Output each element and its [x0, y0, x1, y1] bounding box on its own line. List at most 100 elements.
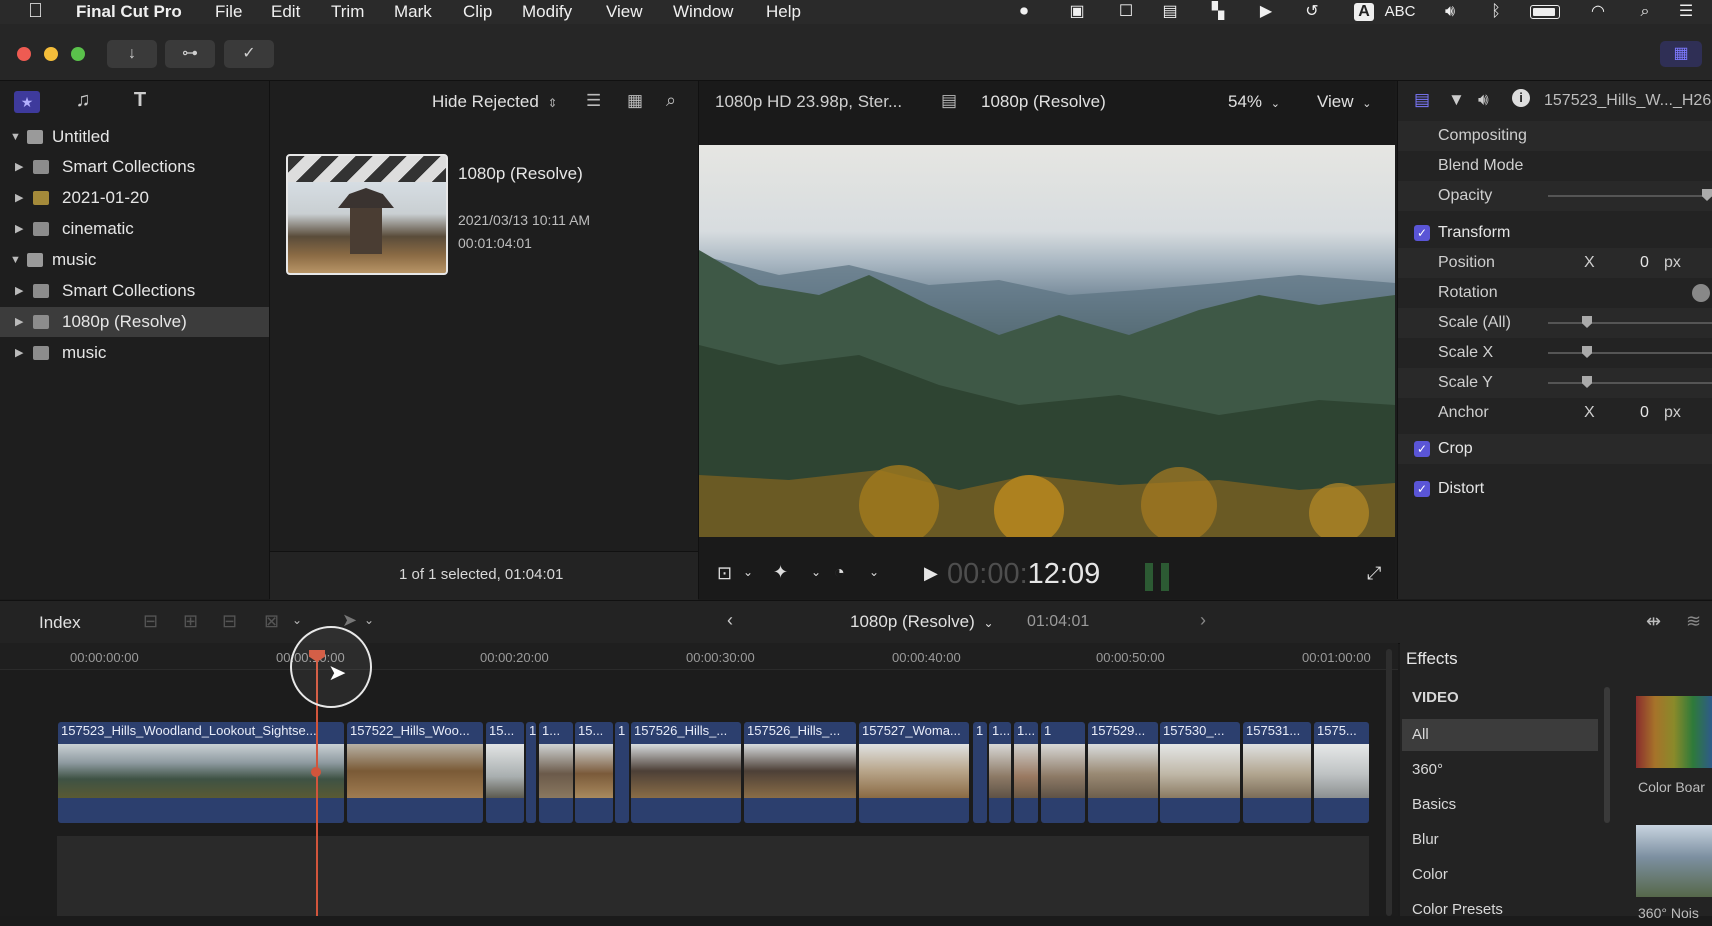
disclosure-closed-icon[interactable]: ▶	[15, 307, 23, 337]
info-inspector-tab-icon[interactable]: i	[1512, 89, 1530, 107]
hide-rejected-filter[interactable]: Hide Rejected ⇕	[432, 92, 558, 112]
menu-file[interactable]: File	[215, 2, 242, 22]
libraries-tab-icon[interactable]: ★	[14, 91, 40, 113]
crop-checkbox[interactable]: ✓	[1414, 441, 1430, 457]
timeline-ruler[interactable]: 00:00:00:00 00:00:10:00 00:00:20:00 00:0…	[0, 643, 1398, 670]
smart-collections-row[interactable]: ▶ Smart Collections	[0, 276, 269, 306]
timeline-clip[interactable]: 157526_Hills_...	[744, 722, 856, 823]
play-circle-icon[interactable]: ▶	[1256, 3, 1276, 21]
rotation-dial-icon[interactable]	[1692, 284, 1710, 302]
smart-collections-row[interactable]: ▶ Smart Collections	[0, 152, 269, 182]
insert-clip-icon[interactable]: ⊞	[183, 611, 198, 632]
blend-mode-row[interactable]: Blend Mode	[1398, 151, 1712, 181]
scale-y-slider[interactable]	[1548, 382, 1712, 384]
volume-icon[interactable]: 🔊︎	[1438, 3, 1462, 21]
disclosure-closed-icon[interactable]: ▶	[15, 338, 23, 368]
apple-menu-icon[interactable]: 	[28, 0, 43, 23]
anchor-x-field[interactable]: 0	[1640, 398, 1649, 428]
clip-thumbnail[interactable]	[286, 154, 448, 275]
index-button[interactable]: Index	[39, 613, 81, 633]
transform-tool-icon[interactable]: ⊡	[717, 563, 732, 584]
workspace-grid-icon[interactable]: ▦	[1660, 41, 1702, 67]
menu-edit[interactable]: Edit	[271, 2, 300, 22]
video-inspector-tab-icon[interactable]: ▤	[1414, 90, 1430, 110]
close-window-button[interactable]	[17, 47, 31, 61]
background-tasks-button[interactable]: ✓	[224, 40, 274, 68]
compositing-header[interactable]: Compositing	[1398, 121, 1712, 151]
audio-inspector-tab-icon[interactable]: 🔊︎	[1478, 90, 1489, 110]
import-button[interactable]: ↓	[107, 40, 157, 68]
timeline-clip[interactable]: 15...	[575, 722, 613, 823]
disclosure-closed-icon[interactable]: ▶	[15, 152, 23, 182]
photos-audio-tab-icon[interactable]: ♫	[70, 89, 96, 113]
effects-category-blur[interactable]: Blur	[1402, 824, 1598, 856]
effects-category-color[interactable]: Color	[1402, 859, 1598, 891]
menu-view[interactable]: View	[606, 2, 643, 22]
back-arrow-icon[interactable]: ‹	[727, 610, 733, 631]
scale-x-slider-knob[interactable]	[1582, 346, 1592, 358]
transform-checkbox[interactable]: ✓	[1414, 225, 1430, 241]
chevron-down-icon[interactable]: ⌄	[743, 565, 753, 579]
display-icon[interactable]: ▣	[1066, 3, 1088, 21]
forward-arrow-icon[interactable]: ›	[1200, 610, 1206, 631]
library-music[interactable]: ▼ music	[0, 245, 269, 275]
chevron-down-icon[interactable]: ⌄	[811, 565, 821, 579]
timeline-clip[interactable]: 1...	[1014, 722, 1038, 823]
timeline-clip[interactable]: 1	[615, 722, 629, 823]
view-menu[interactable]: View ⌄	[1317, 92, 1372, 112]
spotlight-icon[interactable]: ⌕	[1636, 3, 1654, 21]
timecode-display[interactable]: 00:00:12:09	[947, 558, 1100, 591]
scale-x-slider[interactable]	[1548, 352, 1712, 354]
disclosure-closed-icon[interactable]: ▶	[15, 276, 23, 306]
distort-checkbox[interactable]: ✓	[1414, 481, 1430, 497]
overwrite-clip-icon[interactable]: ⊠	[264, 611, 279, 632]
input-source-icon[interactable]: A	[1354, 3, 1374, 21]
titles-generators-tab-icon[interactable]: T	[127, 89, 153, 113]
timeline-clip[interactable]: 157523_Hills_Woodland_Lookout_Sightse...	[58, 722, 344, 823]
menu-window[interactable]: Window	[673, 2, 733, 22]
effects-category-360[interactable]: 360°	[1402, 754, 1598, 786]
timeline-clip[interactable]: 1	[1041, 722, 1085, 823]
effects-category-color-presets[interactable]: Color Presets	[1402, 894, 1598, 926]
timeline-clip[interactable]: 157527_Woma...	[859, 722, 969, 823]
search-icon[interactable]: ⌕	[666, 90, 676, 111]
clip-appearance-icon[interactable]: ⇹	[1646, 611, 1661, 632]
timeline-clip[interactable]: 1...	[989, 722, 1011, 823]
window-icon[interactable]: ☐	[1116, 3, 1136, 21]
disclosure-open-icon[interactable]: ▼	[10, 122, 21, 152]
disclosure-open-icon[interactable]: ▼	[10, 245, 21, 275]
transform-header[interactable]: ✓ Transform	[1398, 218, 1712, 248]
opacity-slider-knob[interactable]	[1702, 189, 1712, 201]
scale-all-slider[interactable]	[1548, 322, 1712, 324]
menu-app-name[interactable]: Final Cut Pro	[76, 2, 182, 22]
effects-category-basics[interactable]: Basics	[1402, 789, 1598, 821]
input-source-label[interactable]: ABC	[1382, 3, 1418, 21]
video-frame[interactable]	[699, 145, 1395, 537]
timeline-scrollbar[interactable]	[1386, 649, 1392, 916]
event-2021-01-20[interactable]: ▶ 2021-01-20	[0, 183, 269, 213]
disclosure-closed-icon[interactable]: ▶	[15, 183, 23, 213]
control-center-icon[interactable]: ☰	[1676, 3, 1696, 21]
position-x-field[interactable]: 0	[1640, 248, 1649, 278]
zoom-menu[interactable]: 54% ⌄	[1228, 92, 1280, 112]
timeline-clip[interactable]: 157526_Hills_...	[631, 722, 741, 823]
minimize-window-button[interactable]	[44, 47, 58, 61]
list-view-icon[interactable]: ☰	[586, 91, 601, 111]
wifi-icon[interactable]: ◠	[1586, 3, 1610, 21]
timeline-clip[interactable]: 1575...	[1314, 722, 1369, 823]
battery-icon[interactable]	[1528, 3, 1562, 21]
bluetooth-icon[interactable]: ᛒ	[1488, 3, 1504, 21]
event-1080p-resolve[interactable]: ▶ 1080p (Resolve)	[0, 307, 269, 337]
enhancements-wand-icon[interactable]: ✦	[773, 562, 788, 583]
connect-clip-icon[interactable]: ⊟	[143, 611, 158, 632]
timeline-clip[interactable]: 157522_Hills_Woo...	[347, 722, 483, 823]
append-clip-icon[interactable]: ⊟	[222, 611, 237, 632]
rotation-row[interactable]: Rotation	[1398, 278, 1712, 308]
event-cinematic[interactable]: ▶ cinematic	[0, 214, 269, 244]
play-button[interactable]: ▶	[924, 563, 938, 584]
menu-help[interactable]: Help	[766, 2, 801, 22]
effects-scrollbar[interactable]	[1604, 687, 1610, 823]
distort-header[interactable]: ✓ Distort	[1398, 474, 1712, 504]
retime-speed-icon[interactable]: ◔	[834, 562, 845, 583]
layout-icon[interactable]: ▚	[1208, 3, 1228, 21]
